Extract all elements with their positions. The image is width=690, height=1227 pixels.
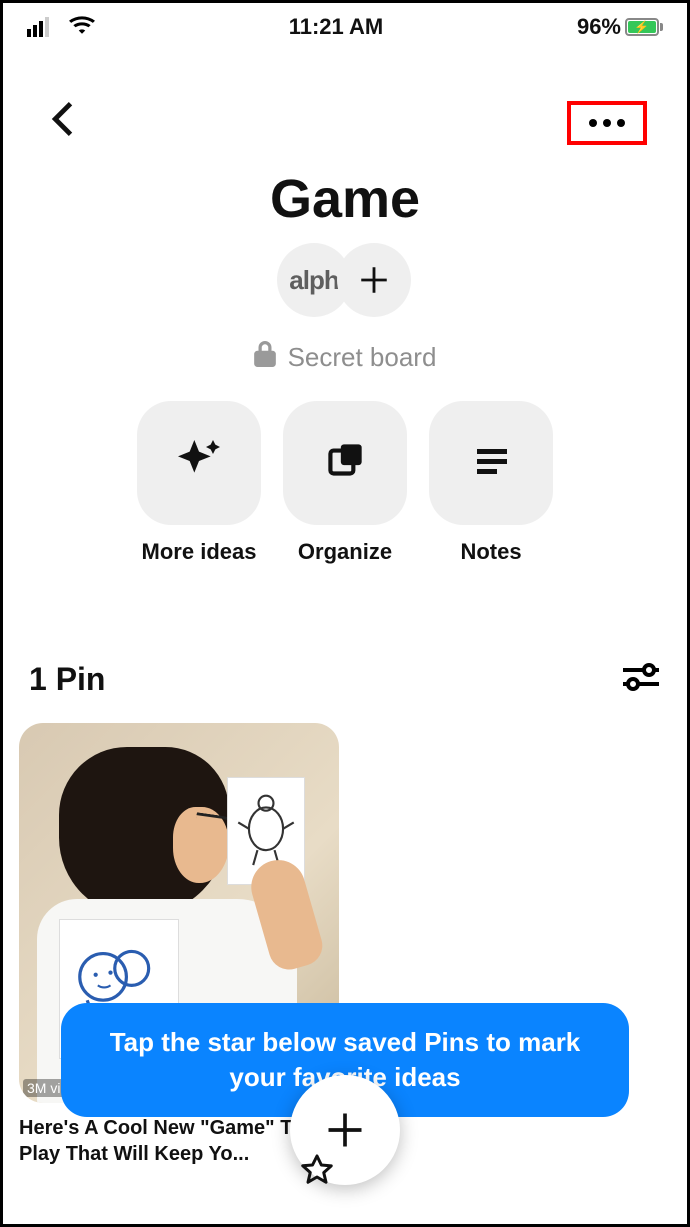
more-ideas-label: More ideas: [142, 539, 257, 565]
more-options-button[interactable]: [567, 101, 647, 145]
favorite-star-icon[interactable]: [299, 1153, 335, 1198]
organize-icon: [320, 436, 370, 491]
notes-label: Notes: [460, 539, 521, 565]
organize-label: Organize: [298, 539, 392, 565]
organize-button[interactable]: [283, 401, 407, 525]
cellular-icon: [27, 17, 49, 37]
more-ideas-button[interactable]: [137, 401, 261, 525]
wifi-icon: [69, 14, 95, 40]
status-time: 11:21 AM: [289, 14, 384, 40]
filter-button[interactable]: [621, 661, 661, 698]
sparkle-icon: [171, 433, 227, 494]
battery-percent: 96%: [577, 14, 621, 40]
pin-count: 1 Pin: [29, 661, 105, 698]
secret-text: Secret board: [288, 342, 437, 373]
secret-board-label: Secret board: [3, 341, 687, 374]
notes-button[interactable]: [429, 401, 553, 525]
add-collaborator-button[interactable]: [337, 243, 411, 317]
pin-title: Here's A Cool New "Game" To Play That Wi…: [19, 1115, 319, 1167]
notes-icon: [467, 437, 515, 490]
back-button[interactable]: [51, 102, 73, 145]
lock-icon: [254, 341, 276, 374]
battery-icon: ⚡: [625, 18, 663, 36]
status-bar: 11:21 AM 96% ⚡: [3, 3, 687, 51]
board-title: Game: [3, 168, 687, 230]
